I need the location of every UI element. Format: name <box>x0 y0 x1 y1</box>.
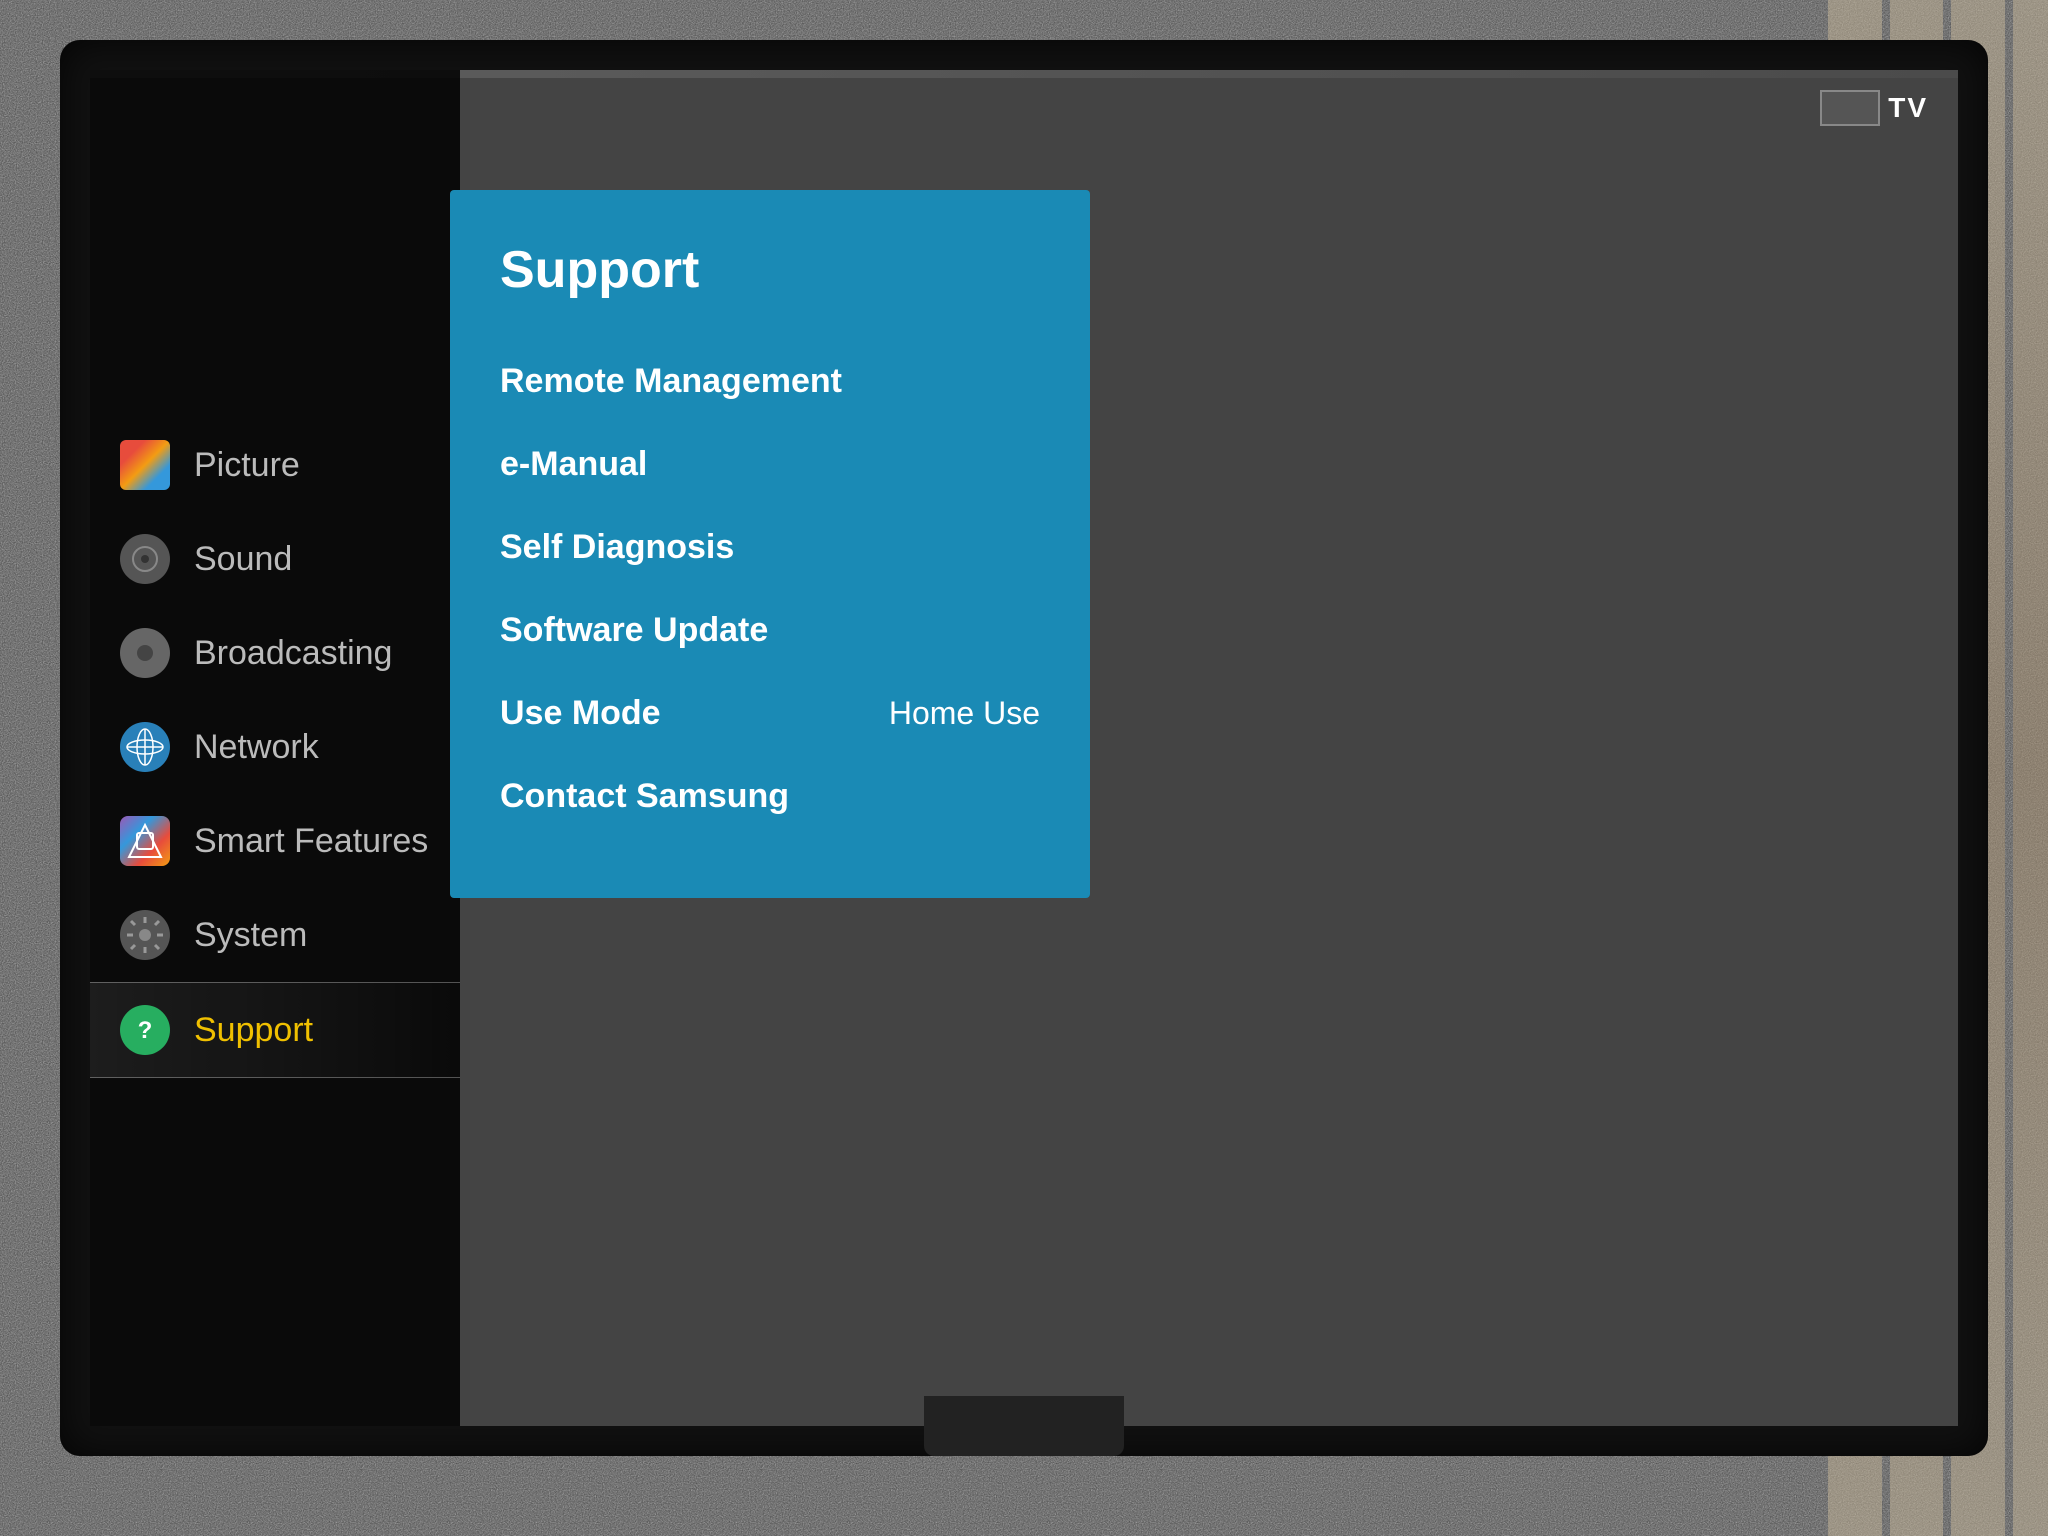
sidebar-item-broadcasting[interactable]: Broadcasting <box>90 606 460 700</box>
support-item-self-diagnosis-label: Self Diagnosis <box>500 528 734 567</box>
sidebar-item-picture[interactable]: Picture <box>90 418 460 512</box>
sidebar-label-network: Network <box>194 728 319 767</box>
network-icon <box>120 722 170 772</box>
support-icon: ? <box>120 1005 170 1055</box>
sidebar-item-support[interactable]: ? Support <box>90 982 460 1078</box>
smart-features-icon <box>120 816 170 866</box>
system-icon <box>120 910 170 960</box>
support-item-software-update[interactable]: Software Update <box>500 589 1040 672</box>
sidebar-menu: Picture Sound <box>90 70 460 1426</box>
support-item-contact-samsung[interactable]: Contact Samsung <box>500 755 1040 838</box>
sidebar-label-support: Support <box>194 1011 313 1050</box>
sidebar-item-network[interactable]: Network <box>90 700 460 794</box>
sidebar-item-smart-features[interactable]: Smart Features <box>90 794 460 888</box>
sound-icon <box>120 534 170 584</box>
support-item-use-mode-label: Use Mode <box>500 694 661 733</box>
support-item-e-manual-label: e-Manual <box>500 445 647 484</box>
sidebar-label-sound: Sound <box>194 540 292 579</box>
tv-bezel: TV Picture Sound <box>60 40 1988 1456</box>
support-item-use-mode[interactable]: Use Mode Home Use <box>500 672 1040 755</box>
support-item-self-diagnosis[interactable]: Self Diagnosis <box>500 506 1040 589</box>
support-item-e-manual[interactable]: e-Manual <box>500 423 1040 506</box>
sidebar-label-picture: Picture <box>194 446 300 485</box>
support-item-contact-samsung-label: Contact Samsung <box>500 777 789 816</box>
svg-text:?: ? <box>138 1017 153 1044</box>
tv-label-area: TV <box>1820 90 1928 126</box>
sidebar-label-system: System <box>194 916 307 955</box>
sidebar-item-sound[interactable]: Sound <box>90 512 460 606</box>
support-item-remote-management-label: Remote Management <box>500 362 842 401</box>
support-item-use-mode-value: Home Use <box>889 695 1040 732</box>
sidebar-label-smart-features: Smart Features <box>194 822 428 861</box>
tv-background: TV Picture Sound <box>0 0 2048 1536</box>
tv-screen: TV Picture Sound <box>90 70 1958 1426</box>
blind-strip-4 <box>2013 0 2048 1536</box>
support-item-remote-management[interactable]: Remote Management <box>500 340 1040 423</box>
support-panel-title: Support <box>500 240 1040 300</box>
support-panel: Support Remote Management e-Manual Self … <box>450 190 1090 898</box>
tv-label-text: TV <box>1888 92 1928 124</box>
picture-icon <box>120 440 170 490</box>
broadcasting-icon <box>120 628 170 678</box>
tv-logo-icon <box>1820 90 1880 126</box>
sidebar-item-system[interactable]: System <box>90 888 460 982</box>
support-item-software-update-label: Software Update <box>500 611 768 650</box>
sidebar-label-broadcasting: Broadcasting <box>194 634 392 673</box>
tv-stand <box>924 1396 1124 1456</box>
